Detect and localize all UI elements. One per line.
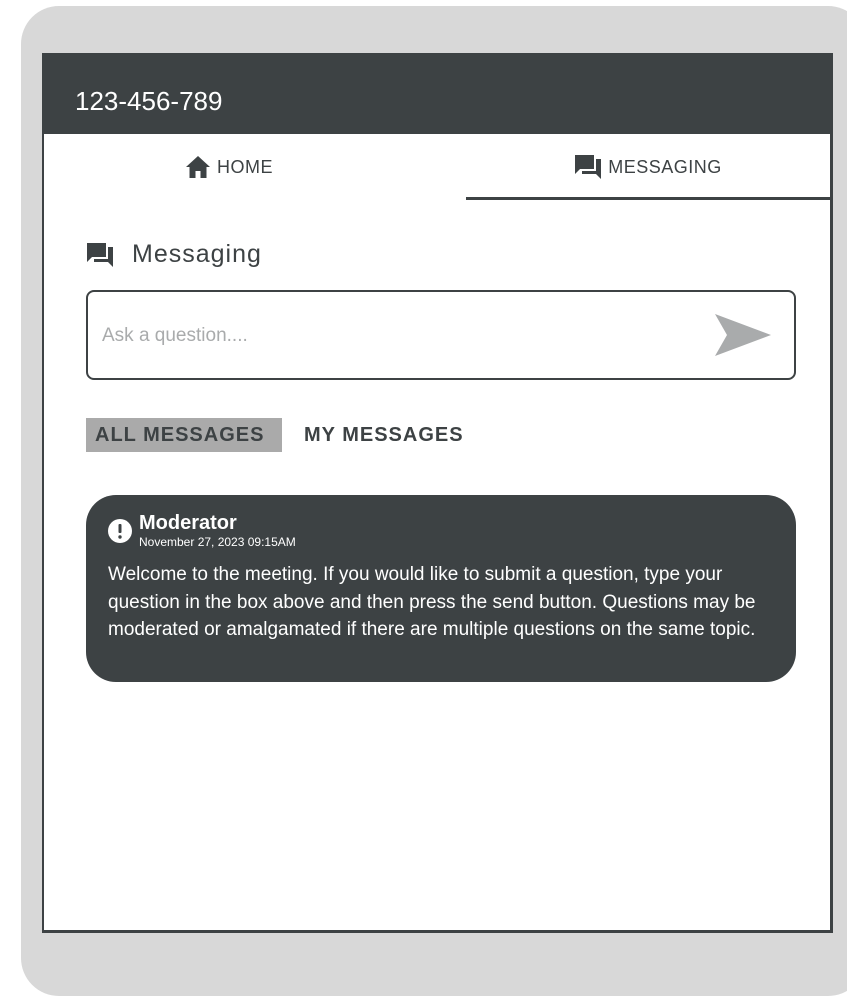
tab-messaging[interactable]: MESSAGING [466,134,830,200]
home-icon [185,155,211,179]
filter-all-messages[interactable]: ALL MESSAGES [86,418,282,452]
send-arrow-icon [715,314,771,356]
active-tab-indicator [466,197,832,200]
message-body: Welcome to the meeting. If you would lik… [108,564,756,640]
question-input[interactable] [102,320,692,352]
chat-bubbles-icon [86,242,114,268]
question-box [86,290,796,380]
message-timestamp: November 27, 2023 09:15AM [139,535,296,549]
section-title: Messaging [86,240,262,269]
send-button[interactable] [713,312,773,358]
message-card: Moderator November 27, 2023 09:15AM Welc… [86,495,796,682]
tab-bar: HOME MESSAGING [44,134,832,200]
tab-home-label: HOME [217,156,273,177]
exclamation-icon [108,519,132,543]
tab-home[interactable]: HOME [44,134,414,200]
chat-bubbles-icon [574,154,602,180]
filter-my-messages[interactable]: MY MESSAGES [304,418,464,452]
phone-number: 123-456-789 [75,86,223,116]
top-bar: 123-456-789 [44,53,830,134]
app-screen: 123-456-789 HOME MESSAGING Messaging Ask… [42,53,833,933]
tab-messaging-label: MESSAGING [608,156,722,177]
section-title-text: Messaging [132,240,262,268]
message-author: Moderator [139,512,237,534]
